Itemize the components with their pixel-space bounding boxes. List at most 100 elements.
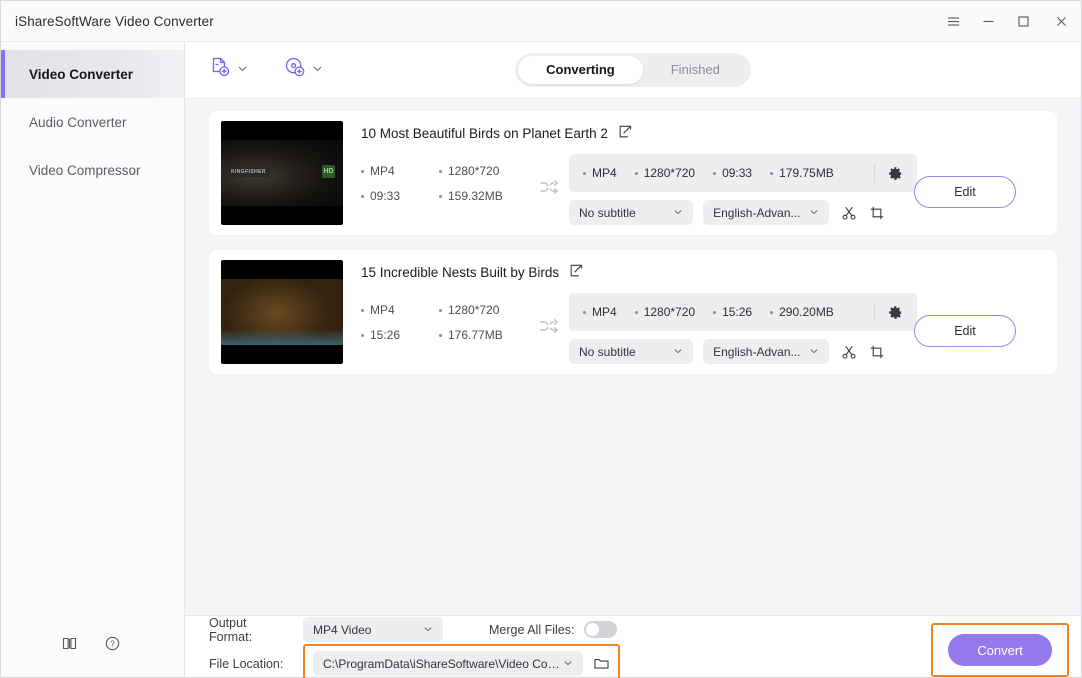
window-title: iShareSoftWare Video Converter <box>15 13 214 29</box>
help-icon[interactable]: ? <box>104 635 121 657</box>
close-icon[interactable] <box>1041 1 1081 41</box>
svg-text:?: ? <box>110 640 115 649</box>
chevron-down-icon <box>563 657 573 671</box>
manual-icon[interactable] <box>61 635 78 657</box>
add-file-button[interactable] <box>209 56 248 83</box>
output-format: MP4 <box>583 305 617 319</box>
file-card[interactable]: 15 Incredible Nests Built by Birds MP4 1… <box>209 250 1057 374</box>
source-size: 176.77MB <box>439 328 529 342</box>
subtitle-select[interactable]: No subtitle <box>569 200 694 225</box>
file-card[interactable]: KINGFISHER HD 10 Most Beautiful Birds on… <box>209 111 1057 235</box>
convert-arrows-icon <box>529 291 569 337</box>
file-card-body: 10 Most Beautiful Birds on Planet Earth … <box>343 121 1045 225</box>
file-title-row: 15 Incredible Nests Built by Birds <box>361 262 1045 283</box>
track-controls: No subtitle English-Advan... <box>569 200 885 225</box>
file-card-main: MP4 1280*720 09:33 159.32MB MP4 1280*720… <box>361 152 1045 225</box>
add-disc-icon <box>284 56 306 83</box>
source-metadata: MP4 1280*720 15:26 176.77MB <box>361 291 529 342</box>
chevron-down-icon <box>673 345 683 359</box>
trim-scissors-icon[interactable] <box>841 205 857 221</box>
file-location-row: File Location: C:\ProgramData\iShareSoft… <box>209 644 620 678</box>
subtitle-value: No subtitle <box>579 205 636 220</box>
output-format-value: MP4 Video <box>313 622 372 637</box>
output-summary-bar[interactable]: MP4 1280*720 09:33 179.75MB <box>569 154 917 192</box>
edit-column: Edit <box>885 291 1045 347</box>
source-resolution: 1280*720 <box>439 303 529 317</box>
output-summary-bar[interactable]: MP4 1280*720 15:26 290.20MB <box>569 293 917 331</box>
audio-track-value: English-Advan... <box>713 205 801 220</box>
tab-group: Converting Finished <box>515 52 751 87</box>
output-resolution: 1280*720 <box>634 166 695 180</box>
tab-converting[interactable]: Converting <box>518 55 643 84</box>
source-format: MP4 <box>361 303 439 317</box>
tab-finished[interactable]: Finished <box>643 56 748 84</box>
subtitle-value: No subtitle <box>579 344 636 359</box>
minimize-icon[interactable] <box>971 1 1006 41</box>
merge-all-files-toggle[interactable] <box>584 621 618 638</box>
sidebar-footer: ? <box>1 615 184 677</box>
track-controls: No subtitle English-Advan... <box>569 339 885 364</box>
output-size: 290.20MB <box>770 305 834 319</box>
toolbar: Converting Finished <box>185 42 1081 97</box>
chevron-down-icon <box>237 61 248 79</box>
menu-icon[interactable] <box>936 1 971 41</box>
add-disc-button[interactable] <box>284 56 323 83</box>
add-file-icon <box>209 56 231 83</box>
sidebar-item-video-compressor[interactable]: Video Compressor <box>1 146 184 194</box>
convert-highlight: Convert <box>931 623 1069 677</box>
edit-button[interactable]: Edit <box>914 176 1016 208</box>
output-format-select[interactable]: MP4 Video <box>303 617 443 642</box>
edit-column: Edit <box>885 152 1045 208</box>
source-duration: 09:33 <box>361 189 439 203</box>
audio-track-value: English-Advan... <box>713 344 801 359</box>
thumbnail-caption: KINGFISHER <box>227 167 270 177</box>
sidebar-item-audio-converter[interactable]: Audio Converter <box>1 98 184 146</box>
thumbnail-image <box>221 279 343 345</box>
rename-icon[interactable] <box>618 124 633 144</box>
video-thumbnail <box>221 260 343 364</box>
application-window: iShareSoftWare Video Converter Video Con… <box>0 0 1082 678</box>
audio-track-select[interactable]: English-Advan... <box>703 200 829 225</box>
chevron-down-icon <box>809 206 819 220</box>
trim-scissors-icon[interactable] <box>841 344 857 360</box>
video-thumbnail: KINGFISHER HD <box>221 121 343 225</box>
file-title: 15 Incredible Nests Built by Birds <box>361 265 560 280</box>
sidebar-item-label: Video Converter <box>29 66 134 82</box>
window-controls <box>936 1 1081 41</box>
crop-icon[interactable] <box>869 344 885 360</box>
subtitle-select[interactable]: No subtitle <box>569 339 694 364</box>
output-settings: MP4 1280*720 09:33 179.75MB No subtitle … <box>569 152 917 225</box>
convert-button[interactable]: Convert <box>948 634 1052 666</box>
sidebar-item-video-converter[interactable]: Video Converter <box>1 50 184 98</box>
folder-icon[interactable] <box>593 655 610 672</box>
file-title: 10 Most Beautiful Birds on Planet Earth … <box>361 126 608 141</box>
file-card-body: 15 Incredible Nests Built by Birds MP4 1… <box>343 260 1045 364</box>
output-options: Output Format: MP4 Video Merge All Files… <box>209 616 620 678</box>
toggle-knob <box>586 623 600 636</box>
output-format-row: Output Format: MP4 Video Merge All Files… <box>209 616 620 644</box>
source-size: 159.32MB <box>439 189 529 203</box>
file-location-highlight: C:\ProgramData\iShareSoftware\Video Conv… <box>303 644 620 678</box>
divider <box>874 164 875 182</box>
thumbnail-badge: HD <box>322 165 335 178</box>
title-bar: iShareSoftWare Video Converter <box>1 1 1081 42</box>
divider <box>874 303 875 321</box>
crop-icon[interactable] <box>869 205 885 221</box>
file-card-main: MP4 1280*720 15:26 176.77MB MP4 1280*720… <box>361 291 1045 364</box>
sidebar-item-label: Video Compressor <box>29 162 141 178</box>
source-format: MP4 <box>361 164 439 178</box>
file-title-row: 10 Most Beautiful Birds on Planet Earth … <box>361 123 1045 144</box>
rename-icon[interactable] <box>569 263 584 283</box>
output-format: MP4 <box>583 166 617 180</box>
output-settings: MP4 1280*720 15:26 290.20MB No subtitle … <box>569 291 917 364</box>
source-resolution: 1280*720 <box>439 164 529 178</box>
sidebar: Video Converter Audio Converter Video Co… <box>1 42 185 677</box>
output-duration: 15:26 <box>713 305 752 319</box>
sidebar-item-label: Audio Converter <box>29 114 127 130</box>
file-location-select[interactable]: C:\ProgramData\iShareSoftware\Video Conv… <box>313 651 583 676</box>
maximize-icon[interactable] <box>1006 1 1041 41</box>
audio-track-select[interactable]: English-Advan... <box>703 339 829 364</box>
edit-button[interactable]: Edit <box>914 315 1016 347</box>
output-size: 179.75MB <box>770 166 834 180</box>
